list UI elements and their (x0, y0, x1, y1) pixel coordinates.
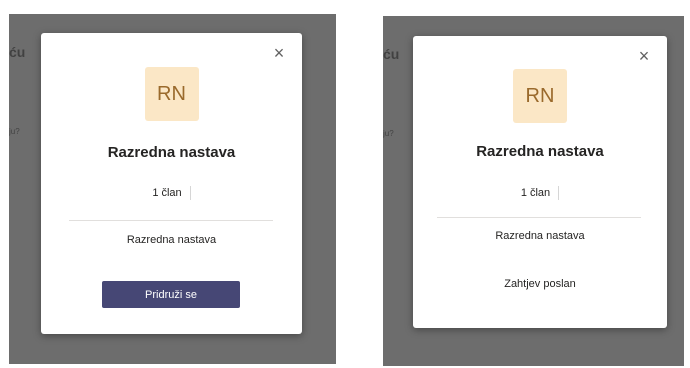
member-count-text: 1 član (520, 186, 551, 199)
join-button[interactable]: Pridruži se (102, 281, 240, 308)
background-text: ju? (9, 127, 20, 136)
left-screenshot-panel: ću ju? × RN Razredna nastava 1 član Razr… (9, 14, 336, 364)
member-separator (558, 186, 560, 200)
member-count: 1 član (413, 186, 667, 200)
join-team-dialog: × RN Razredna nastava 1 član Razredna na… (413, 36, 667, 328)
divider (437, 217, 641, 218)
right-screenshot-panel: ću ju? × RN Razredna nastava 1 član Razr… (383, 16, 684, 366)
avatar-initials: RN (157, 82, 186, 105)
team-description: Razredna nastava (495, 230, 585, 242)
member-separator (189, 186, 191, 200)
team-name: Razredna nastava (107, 144, 236, 161)
team-name: Razredna nastava (476, 143, 604, 160)
request-sent-status: Zahtjev poslan (504, 278, 576, 290)
close-icon[interactable]: × (635, 47, 653, 65)
background-text: ju? (383, 129, 394, 138)
divider (69, 220, 273, 221)
close-icon[interactable]: × (270, 44, 288, 62)
member-count: 1 član (41, 186, 302, 200)
team-avatar: RN (513, 69, 567, 123)
background-heading: ću (9, 44, 26, 60)
member-count-text: 1 član (152, 186, 182, 199)
avatar-initials: RN (525, 84, 555, 107)
join-team-dialog: × RN Razredna nastava 1 član Razredna na… (41, 33, 302, 334)
team-avatar: RN (144, 67, 199, 121)
team-description: Razredna nastava (126, 234, 217, 246)
background-heading: ću (383, 46, 400, 62)
